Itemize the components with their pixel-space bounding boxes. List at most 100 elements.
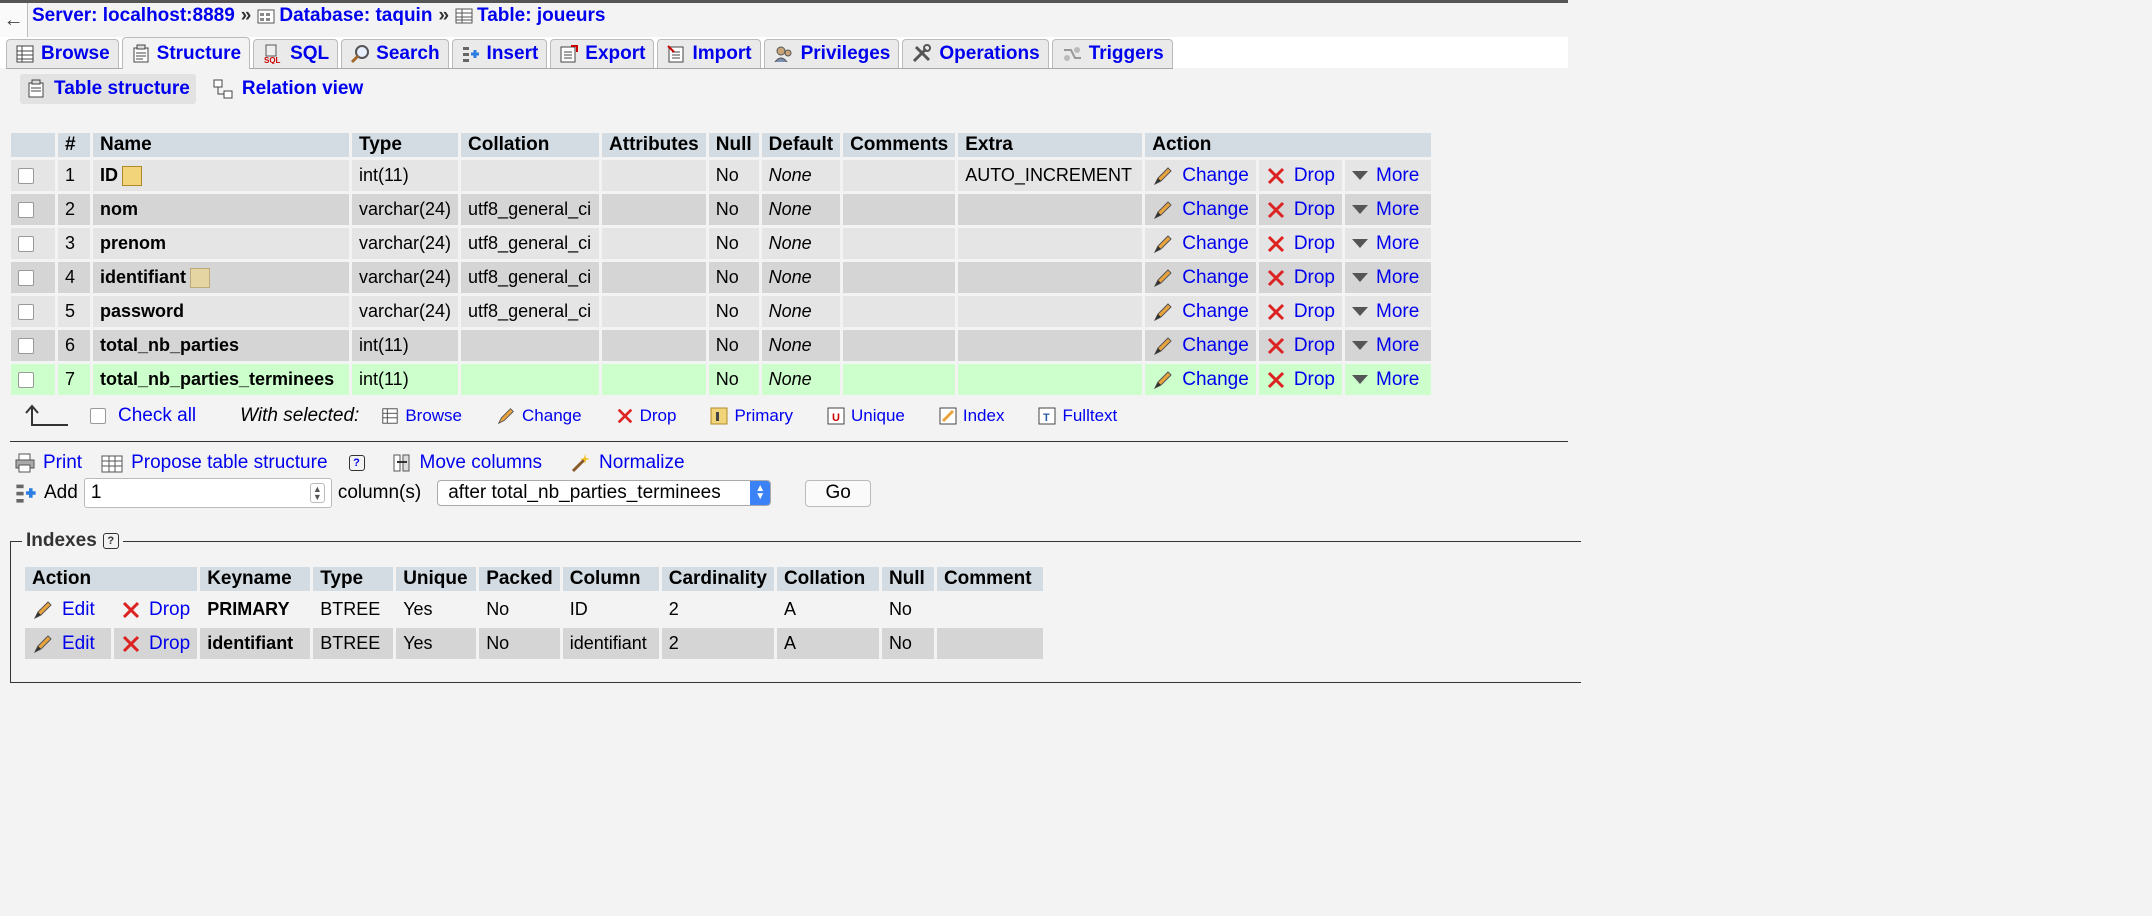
index-drop-label[interactable]: Drop	[149, 633, 190, 655]
drop-button[interactable]: Drop	[1266, 233, 1335, 255]
tab-insert-label[interactable]: Insert	[487, 43, 539, 65]
go-button[interactable]: Go	[805, 479, 872, 507]
more-label[interactable]: More	[1376, 199, 1419, 221]
header-collation[interactable]: Collation	[461, 133, 600, 157]
row-checkbox[interactable]	[18, 168, 34, 185]
change-label[interactable]: Change	[1182, 301, 1249, 323]
bulk-primary-button[interactable]: Primary	[710, 406, 793, 426]
drop-button[interactable]: Drop	[1266, 199, 1335, 221]
tab-export-label[interactable]: Export	[585, 43, 645, 65]
change-button[interactable]: Change	[1152, 233, 1249, 255]
bulk-fulltext-button[interactable]: T Fulltext	[1038, 406, 1117, 426]
more-label[interactable]: More	[1376, 301, 1419, 323]
change-button[interactable]: Change	[1152, 369, 1249, 391]
bulk-index-button[interactable]: Index	[939, 406, 1005, 426]
subtab-relation-view[interactable]: Relation view	[206, 74, 369, 104]
more-label[interactable]: More	[1376, 165, 1419, 187]
propose-structure-button[interactable]: Propose table structure?	[100, 452, 365, 474]
tab-insert[interactable]: Insert	[451, 39, 548, 68]
index-edit-button[interactable]: Edit	[32, 633, 104, 655]
stepper-icon[interactable]: ▲ ▼	[309, 483, 325, 503]
bulk-unique-button[interactable]: U Unique	[827, 406, 905, 426]
breadcrumb-server-label[interactable]: Server: localhost:8889	[32, 5, 235, 27]
check-all-label[interactable]: Check all	[118, 405, 196, 427]
more-button[interactable]: More	[1352, 369, 1424, 391]
tab-structure-label[interactable]: Structure	[157, 43, 241, 65]
tab-sql-label[interactable]: SQL	[290, 43, 329, 65]
breadcrumb-database-label[interactable]: Database: taquin	[279, 5, 432, 27]
change-button[interactable]: Change	[1152, 301, 1249, 323]
tab-import-label[interactable]: Import	[692, 43, 751, 65]
help-icon[interactable]: ?	[102, 533, 119, 549]
change-button[interactable]: Change	[1152, 165, 1249, 187]
index-edit-button[interactable]: Edit	[32, 599, 104, 621]
header-attributes[interactable]: Attributes	[602, 133, 706, 157]
index-edit-label[interactable]: Edit	[62, 633, 95, 655]
tab-operations[interactable]: Operations	[902, 39, 1049, 68]
select-arrows-icon[interactable]: ▲ ▼	[750, 481, 771, 505]
bulk-unique-label[interactable]: Unique	[851, 406, 905, 426]
bulk-primary-label[interactable]: Primary	[734, 406, 793, 426]
add-column-count-input[interactable]: 1 ▲ ▼	[83, 478, 332, 508]
row-checkbox[interactable]	[18, 270, 34, 287]
subtab-table-structure[interactable]: Table structure	[20, 74, 196, 104]
column-position-value[interactable]: after total_nb_parties_terminees	[448, 482, 721, 504]
help-icon[interactable]: ?	[348, 455, 365, 471]
tab-export[interactable]: Export	[550, 39, 655, 68]
row-checkbox[interactable]	[18, 304, 34, 321]
breadcrumb-server[interactable]: Server: localhost:8889	[32, 5, 235, 27]
change-label[interactable]: Change	[1182, 199, 1249, 221]
add-column-count-value[interactable]: 1	[91, 482, 102, 504]
bulk-index-label[interactable]: Index	[963, 406, 1005, 426]
change-button[interactable]: Change	[1152, 335, 1249, 357]
tab-sql[interactable]: SQL SQL	[253, 39, 339, 68]
bulk-drop-button[interactable]: Drop	[616, 406, 676, 426]
index-drop-button[interactable]: Drop	[121, 599, 190, 621]
drop-button[interactable]: Drop	[1266, 301, 1335, 323]
index-drop-label[interactable]: Drop	[149, 599, 190, 621]
drop-label[interactable]: Drop	[1294, 233, 1335, 255]
more-button[interactable]: More	[1352, 199, 1424, 221]
more-label[interactable]: More	[1376, 335, 1419, 357]
change-label[interactable]: Change	[1182, 335, 1249, 357]
drop-label[interactable]: Drop	[1294, 369, 1335, 391]
drop-label[interactable]: Drop	[1294, 199, 1335, 221]
breadcrumb-table[interactable]: Table: joueurs	[455, 5, 605, 27]
check-all-checkbox[interactable]	[90, 408, 106, 424]
more-button[interactable]: More	[1352, 301, 1424, 323]
header-type[interactable]: Type	[352, 133, 459, 157]
column-position-select[interactable]: after total_nb_parties_terminees ▲ ▼	[437, 480, 772, 506]
drop-label[interactable]: Drop	[1294, 335, 1335, 357]
normalize-button[interactable]: Normalize	[570, 452, 685, 474]
row-checkbox[interactable]	[18, 202, 34, 219]
row-checkbox[interactable]	[18, 236, 34, 253]
index-drop-button[interactable]: Drop	[121, 633, 190, 655]
more-button[interactable]: More	[1352, 165, 1424, 187]
drop-button[interactable]: Drop	[1266, 165, 1335, 187]
change-button[interactable]: Change	[1152, 267, 1249, 289]
drop-button[interactable]: Drop	[1266, 267, 1335, 289]
bulk-change-button[interactable]: Change	[496, 406, 582, 426]
tab-privileges[interactable]: Privileges	[763, 39, 900, 68]
change-label[interactable]: Change	[1182, 267, 1249, 289]
header-default[interactable]: Default	[761, 133, 841, 157]
more-label[interactable]: More	[1376, 369, 1419, 391]
tab-privileges-label[interactable]: Privileges	[801, 43, 891, 65]
header-null[interactable]: Null	[708, 133, 759, 157]
breadcrumb-table-label[interactable]: Table: joueurs	[477, 5, 605, 27]
tab-import[interactable]: Import	[657, 39, 761, 68]
breadcrumb-database[interactable]: Database: taquin	[257, 5, 432, 27]
back-arrow-icon[interactable]: ←	[0, 3, 28, 38]
tab-search[interactable]: Search	[341, 39, 449, 68]
subtab-table-structure-label[interactable]: Table structure	[54, 78, 190, 100]
header-extra[interactable]: Extra	[958, 133, 1143, 157]
drop-label[interactable]: Drop	[1294, 165, 1335, 187]
index-edit-label[interactable]: Edit	[62, 599, 95, 621]
more-label[interactable]: More	[1376, 267, 1419, 289]
tab-triggers[interactable]: Triggers	[1051, 39, 1173, 68]
bulk-change-label[interactable]: Change	[522, 406, 582, 426]
tab-browse[interactable]: Browse	[6, 39, 119, 68]
subtab-relation-view-label[interactable]: Relation view	[242, 78, 363, 100]
drop-button[interactable]: Drop	[1266, 369, 1335, 391]
tab-browse-label[interactable]: Browse	[41, 43, 110, 65]
